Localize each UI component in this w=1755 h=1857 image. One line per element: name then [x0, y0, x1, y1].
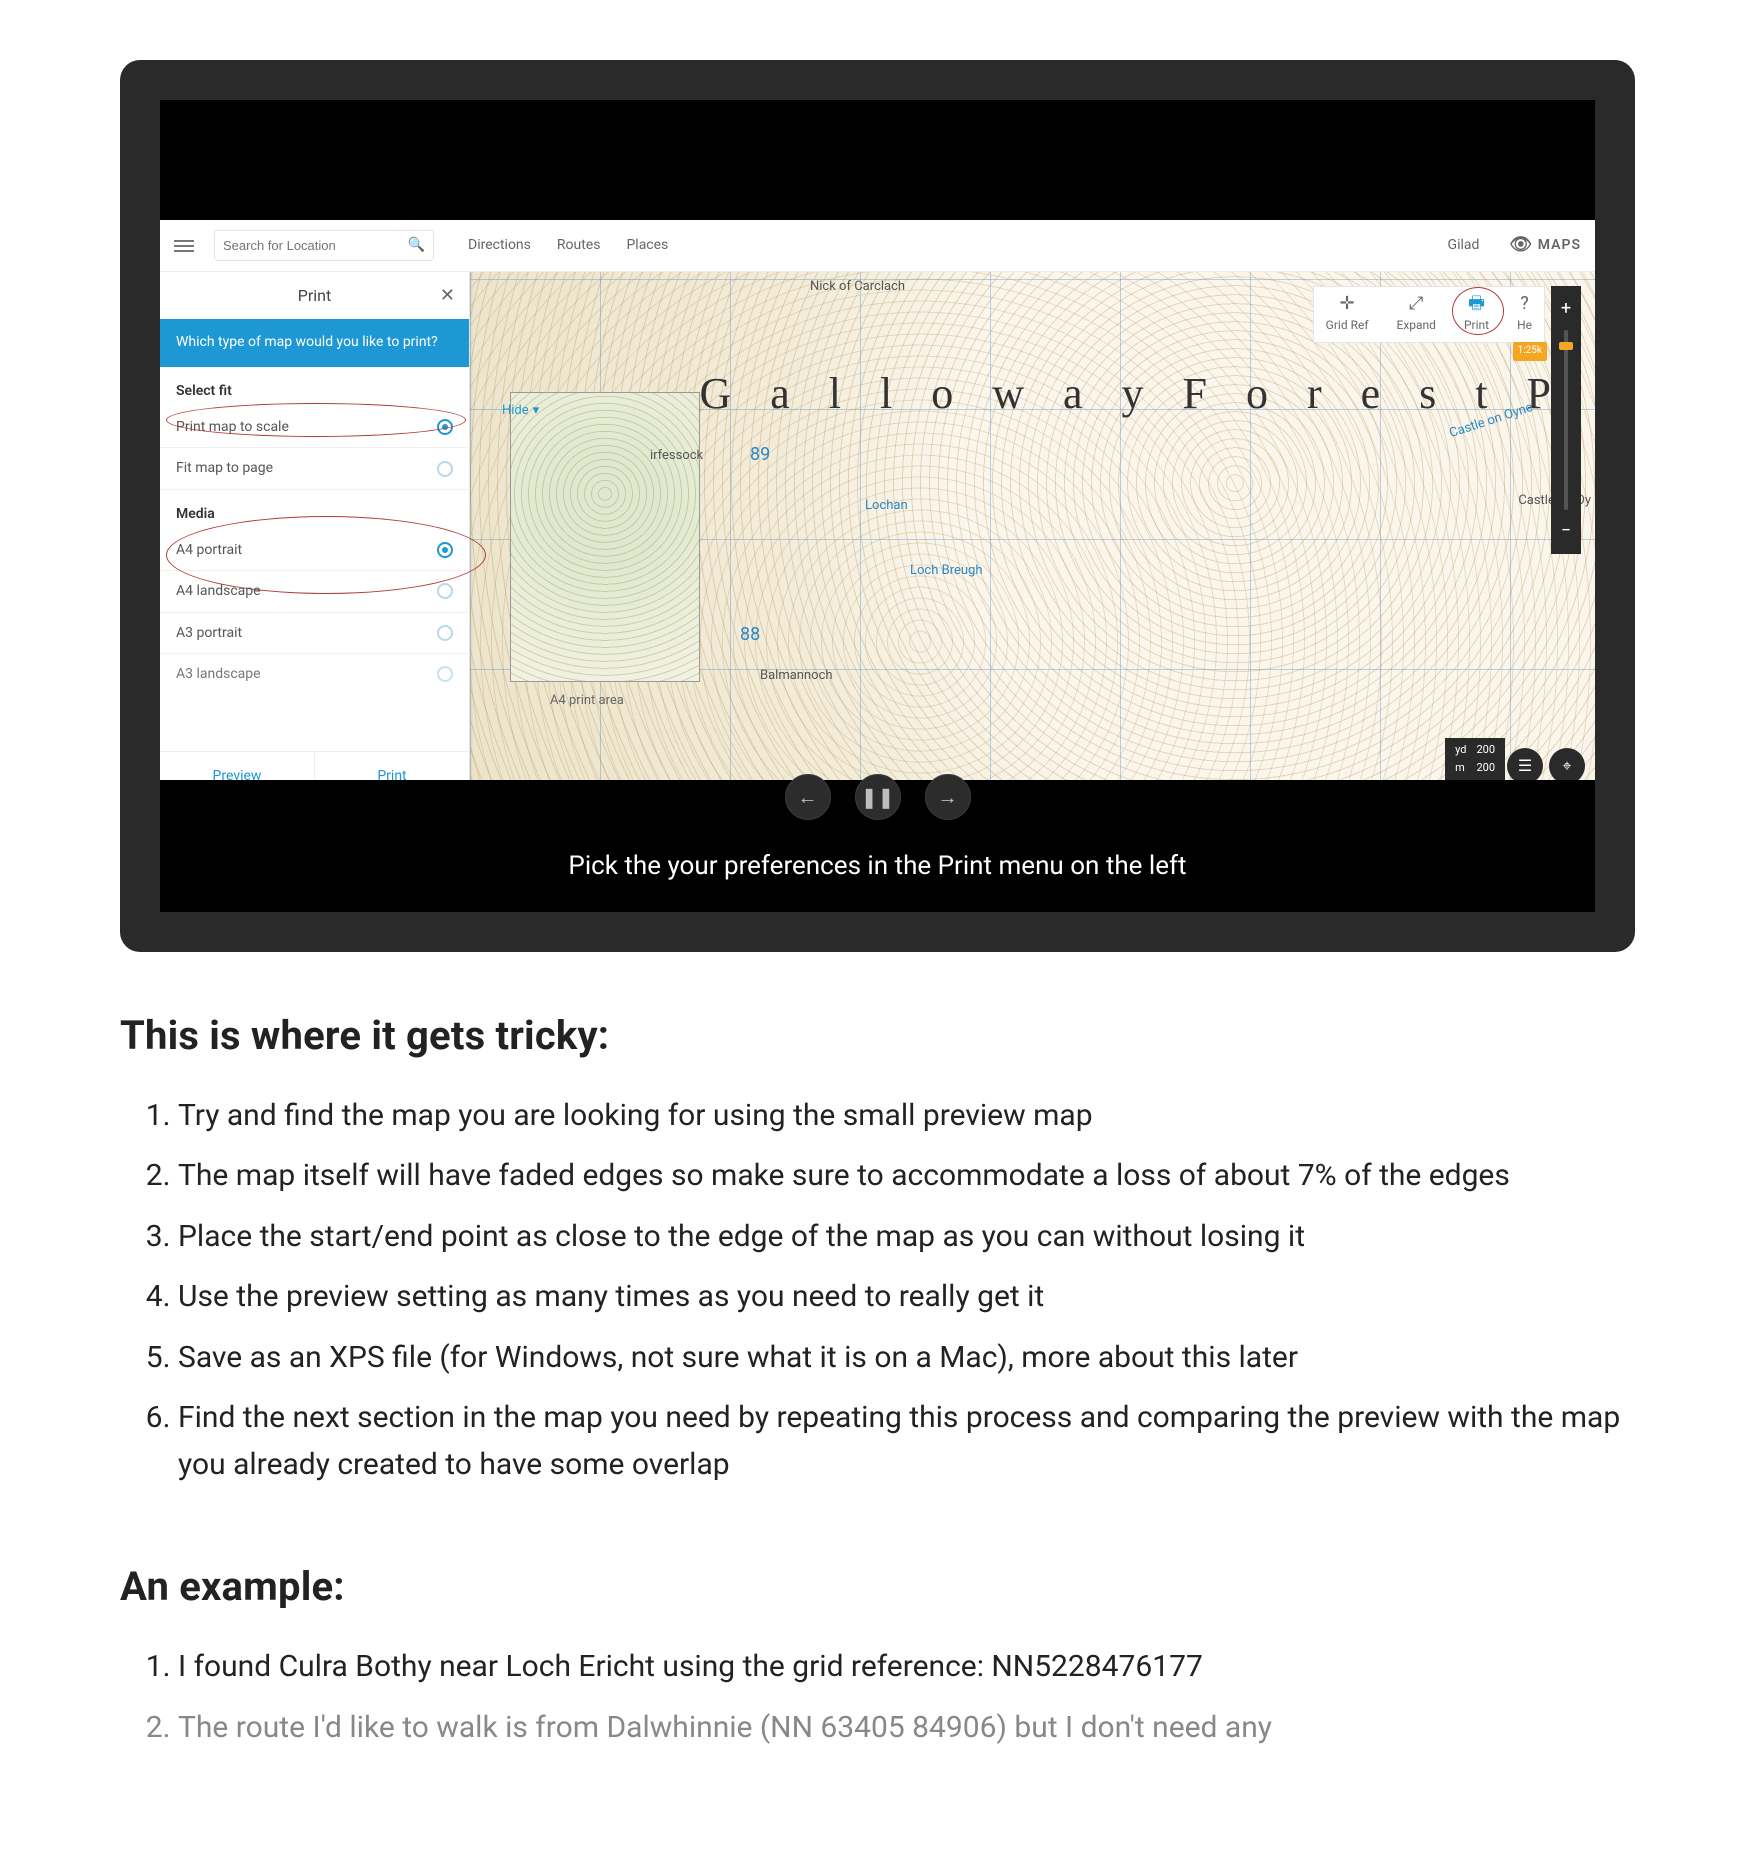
map-controls: ✛ Grid Ref ⤢ Expand 🖶 Print	[1313, 286, 1545, 343]
slideshow-frame: 🔍 Directions Routes Places Gilad 👁 MAPS …	[120, 60, 1635, 952]
map-place-label: Balmannoch	[760, 667, 833, 686]
link-places[interactable]: Places	[626, 235, 668, 255]
close-icon[interactable]: ✕	[440, 283, 455, 309]
search-input[interactable]	[223, 238, 408, 253]
fit-scale-row[interactable]: Print map to scale	[160, 407, 469, 448]
radio-off-icon[interactable]	[437, 583, 453, 599]
print-area-box[interactable]	[510, 392, 700, 682]
app-body: Print ✕ Which type of map would you like…	[160, 272, 1595, 800]
zoom-out-button[interactable]: −	[1561, 514, 1571, 548]
link-routes[interactable]: Routes	[557, 235, 601, 255]
list-item: Save as an XPS file (for Windows, not su…	[178, 1335, 1635, 1382]
slideshow-inner: 🔍 Directions Routes Places Gilad 👁 MAPS …	[160, 100, 1595, 912]
search-icon[interactable]: 🔍	[408, 235, 425, 255]
link-directions[interactable]: Directions	[468, 235, 531, 255]
top-links: Directions Routes Places	[468, 235, 668, 255]
scale-box: yd200 m200	[1445, 738, 1505, 780]
layers-button[interactable]: ☰	[1507, 748, 1543, 784]
map-water-label: Lochan	[865, 497, 908, 516]
tricky-steps-list: Try and find the map you are looking for…	[120, 1093, 1635, 1489]
expand-button[interactable]: ⤢ Expand	[1397, 295, 1436, 334]
print-area-label: A4 print area	[550, 692, 624, 711]
radio-off-icon[interactable]	[437, 625, 453, 641]
fit-page-row[interactable]: Fit map to page	[160, 448, 469, 489]
list-item: Use the preview setting as many times as…	[178, 1274, 1635, 1321]
fit-scale-label: Print map to scale	[176, 417, 289, 437]
scale-badge: 1:25k	[1513, 342, 1547, 361]
print-panel: Print ✕ Which type of map would you like…	[160, 272, 470, 800]
slide-letterbox-top	[160, 100, 1595, 220]
media-a4p-row[interactable]: A4 portrait	[160, 530, 469, 571]
media-a3p-label: A3 portrait	[176, 623, 242, 643]
section-heading: An example:	[120, 1558, 1635, 1616]
media-a4l-label: A4 landscape	[176, 581, 261, 601]
media-a3l-row[interactable]: A3 landscape	[160, 654, 469, 694]
media-a3p-row[interactable]: A3 portrait	[160, 613, 469, 654]
slideshow-controls: ← ❚❚ →	[160, 780, 1595, 820]
help-button[interactable]: ? He	[1517, 295, 1532, 334]
print-map-button[interactable]: 🖶 Print	[1464, 295, 1489, 334]
radio-on-icon[interactable]	[437, 542, 453, 558]
media-a4l-row[interactable]: A4 landscape	[160, 571, 469, 612]
map-place-label: Nick of Carclach	[810, 278, 905, 297]
panel-title: Print	[298, 284, 331, 307]
media-a3l-label: A3 landscape	[176, 664, 261, 684]
grid-number: 88	[740, 622, 760, 648]
list-item: The map itself will have faded edges so …	[178, 1153, 1635, 1200]
radio-off-icon[interactable]	[437, 461, 453, 477]
brand: 👁 MAPS	[1509, 232, 1581, 258]
map-viewport[interactable]: G a l l o w a y F o r e s t P Hide▾ A4 p…	[470, 272, 1595, 800]
crosshair-icon: ✛	[1340, 295, 1355, 313]
map-place-label: irfessock	[650, 447, 703, 466]
user-name[interactable]: Gilad	[1448, 235, 1480, 255]
list-item: Find the next section in the map you nee…	[178, 1395, 1635, 1488]
map-water-label: Loch Breugh	[910, 562, 983, 581]
list-item: Place the start/end point as close to th…	[178, 1214, 1635, 1261]
panel-question: Which type of map would you like to prin…	[160, 319, 469, 367]
list-item: I found Culra Bothy near Loch Ericht usi…	[178, 1644, 1635, 1691]
chevron-down-icon: ▾	[533, 402, 540, 421]
gridref-button[interactable]: ✛ Grid Ref	[1326, 295, 1369, 334]
locate-button[interactable]: ⌖	[1549, 748, 1585, 784]
hide-toggle[interactable]: Hide▾	[502, 402, 539, 421]
list-item: The route I'd like to walk is from Dalwh…	[178, 1705, 1635, 1752]
radio-on-icon[interactable]	[437, 419, 453, 435]
next-slide-button[interactable]: →	[925, 774, 971, 820]
locate-icon: ⌖	[1562, 754, 1571, 777]
grid-number: 89	[750, 442, 770, 468]
menu-icon[interactable]	[174, 240, 194, 252]
slide-caption: Pick the your preferences in the Print m…	[160, 820, 1595, 912]
list-item: Try and find the map you are looking for…	[178, 1093, 1635, 1140]
expand-icon: ⤢	[1409, 295, 1423, 313]
topbar: 🔍 Directions Routes Places Gilad 👁 MAPS	[160, 220, 1595, 272]
media-title: Media	[160, 490, 469, 530]
zoom-track[interactable]	[1564, 330, 1568, 510]
map-region-title: G a l l o w a y F o r e s t P	[699, 362, 1565, 426]
map-app-screenshot: 🔍 Directions Routes Places Gilad 👁 MAPS …	[160, 220, 1595, 800]
example-steps-list: I found Culra Bothy near Loch Ericht usi…	[120, 1644, 1635, 1751]
zoom-in-button[interactable]: +	[1561, 292, 1571, 326]
zoom-handle[interactable]	[1559, 342, 1573, 350]
fit-title: Select fit	[160, 367, 469, 407]
pause-slide-button[interactable]: ❚❚	[855, 774, 901, 820]
radio-off-icon[interactable]	[437, 666, 453, 682]
topbar-right: Gilad 👁 MAPS	[1448, 232, 1581, 258]
panel-header: Print ✕	[160, 272, 469, 319]
media-a4p-label: A4 portrait	[176, 540, 242, 560]
fit-page-label: Fit map to page	[176, 458, 273, 478]
printer-icon: 🖶	[1468, 295, 1485, 313]
zoom-control[interactable]: + −	[1551, 286, 1581, 554]
section-heading: This is where it gets tricky:	[120, 1007, 1635, 1065]
prev-slide-button[interactable]: ←	[785, 774, 831, 820]
layers-icon: ☰	[1518, 754, 1532, 777]
help-icon: ?	[1520, 295, 1529, 313]
search-input-wrap[interactable]: 🔍	[214, 230, 434, 260]
